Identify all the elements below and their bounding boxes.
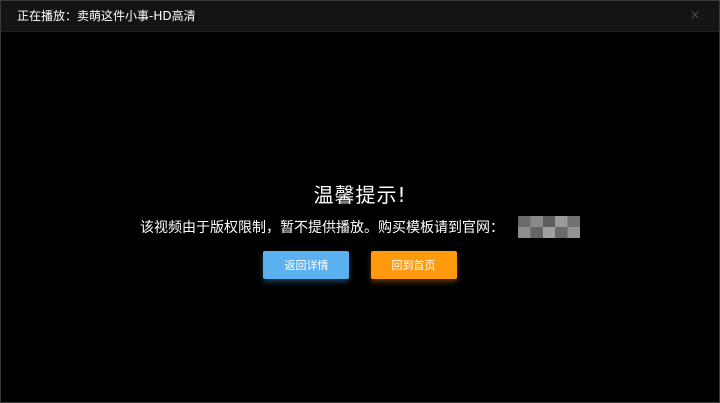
back-to-home-button[interactable]: 回到首页 (370, 251, 457, 279)
action-buttons: 返回详情 回到首页 (1, 251, 719, 279)
close-icon[interactable]: × (687, 8, 703, 24)
notice-message-row: 该视频由于版权限制，暂不提供播放。购买模板请到官网： (1, 216, 719, 239)
notice-title: 温馨提示! (313, 183, 407, 207)
redacted-website-link (518, 216, 580, 238)
title-bar: 正在播放：卖萌这件小事-HD高清 × (1, 1, 719, 32)
notice-message: 该视频由于版权限制，暂不提供播放。购买模板请到官网： (140, 220, 504, 236)
copyright-notice: 温馨提示! 该视频由于版权限制，暂不提供播放。购买模板请到官网： (1, 181, 719, 239)
now-playing-title: 正在播放：卖萌这件小事-HD高清 (17, 9, 196, 23)
back-to-details-button[interactable]: 返回详情 (263, 251, 350, 279)
player-window: 正在播放：卖萌这件小事-HD高清 × 温馨提示! 该视频由于版权限制，暂不提供播… (0, 0, 720, 403)
